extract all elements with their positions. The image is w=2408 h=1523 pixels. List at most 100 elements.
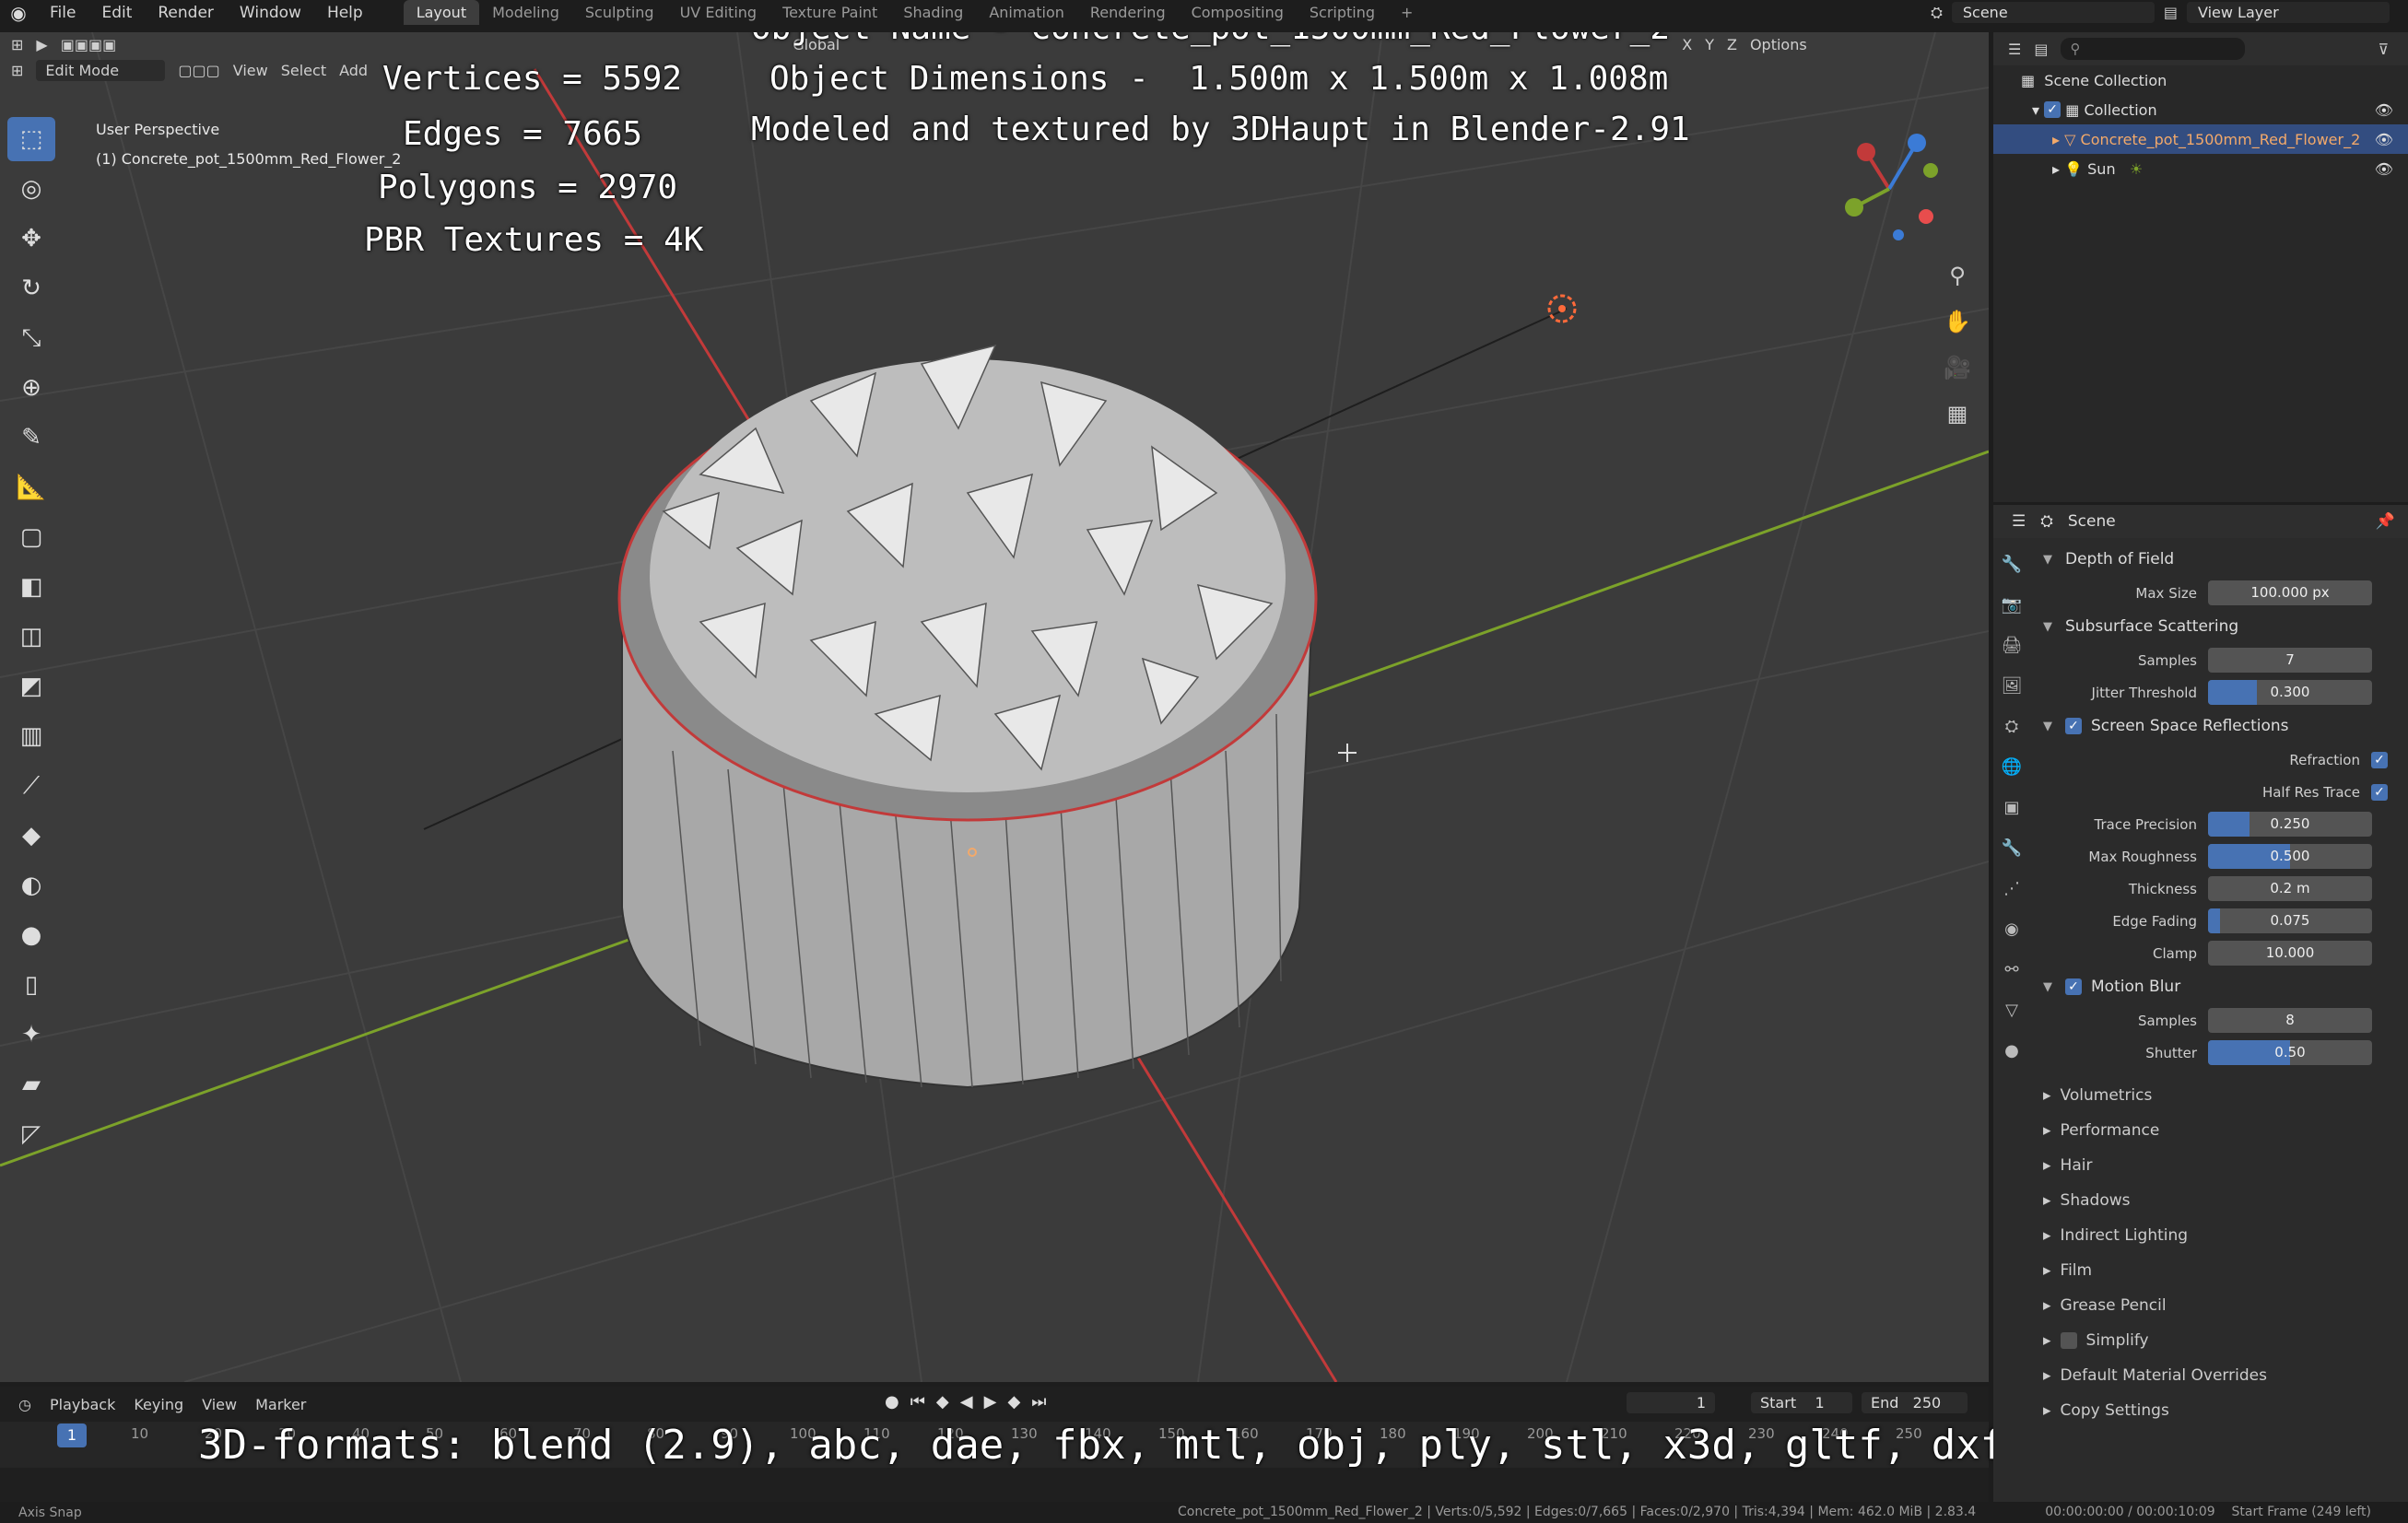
refraction-checkbox[interactable]: ✓ bbox=[2371, 751, 2388, 768]
edge-slide-icon[interactable]: ▯ bbox=[7, 963, 55, 1007]
panel-default-material-overrides[interactable]: ▸ Default Material Overrides bbox=[2038, 1358, 2399, 1393]
output-tab-icon[interactable]: 🖨 bbox=[2000, 636, 2024, 660]
tab-layout[interactable]: Layout bbox=[403, 0, 480, 25]
axis-y-toggle[interactable]: Y bbox=[1705, 36, 1714, 53]
scene-selector[interactable]: Scene bbox=[1951, 2, 2155, 23]
axis-z-toggle[interactable]: Z bbox=[1727, 36, 1737, 53]
rip-icon[interactable]: ◸ bbox=[7, 1112, 55, 1156]
display-mode-icon[interactable]: ▤ bbox=[2034, 41, 2048, 58]
filter-icon[interactable]: ⊽ bbox=[2378, 41, 2389, 58]
panel-depth-of-field[interactable]: ▼ Depth of Field bbox=[2038, 542, 2399, 577]
shear-icon[interactable]: ▰ bbox=[7, 1062, 55, 1107]
panel-volumetrics[interactable]: ▸ Volumetrics bbox=[2038, 1078, 2399, 1113]
max-roughness-slider[interactable]: 0.500 bbox=[2208, 844, 2372, 869]
panel-screen-space-reflections[interactable]: ▼ ✓ Screen Space Reflections bbox=[2038, 709, 2399, 744]
panel-indirect-lighting[interactable]: ▸ Indirect Lighting bbox=[2038, 1218, 2399, 1253]
add-cube-icon[interactable]: ▢ bbox=[7, 515, 55, 559]
menu-select[interactable]: Select bbox=[281, 62, 326, 79]
menu-edit[interactable]: Edit bbox=[88, 4, 145, 22]
3d-viewport[interactable]: ⊞ ▶ ▣▣▣▣ Global X Y Z Options ⊞ Edit Mod… bbox=[0, 32, 1989, 1382]
panel-film[interactable]: ▸ Film bbox=[2038, 1253, 2399, 1288]
editor-type-icon[interactable]: ⊞ bbox=[11, 36, 23, 53]
timeline-ruler[interactable]: 1 10 20 30 40 50 60 70 80 90 100 110 120… bbox=[0, 1422, 2004, 1469]
menu-add[interactable]: Add bbox=[339, 62, 368, 79]
cursor-tool-icon[interactable]: ◎ bbox=[7, 167, 55, 211]
options-menu[interactable]: Options bbox=[1750, 36, 1807, 53]
extrude-icon[interactable]: ◧ bbox=[7, 565, 55, 609]
particles-tab-icon[interactable]: ⋰ bbox=[2000, 879, 2024, 903]
trace-precision-slider[interactable]: 0.250 bbox=[2208, 812, 2372, 837]
annotate-tool-icon[interactable]: ✎ bbox=[7, 416, 55, 460]
panel-subsurface-scattering[interactable]: ▼ Subsurface Scattering bbox=[2038, 609, 2399, 644]
pan-hand-icon[interactable]: ✋ bbox=[1941, 309, 1974, 342]
data-tab-icon[interactable]: ▽ bbox=[2000, 1001, 2024, 1025]
tab-sculpting[interactable]: Sculpting bbox=[572, 0, 667, 25]
scene-tab-icon[interactable]: ⛭ bbox=[2000, 717, 2024, 741]
select-tool-icon[interactable]: ▶ bbox=[36, 36, 47, 53]
panel-copy-settings[interactable]: ▸ Copy Settings bbox=[2038, 1393, 2399, 1428]
poly-build-icon[interactable]: ◆ bbox=[7, 814, 55, 858]
tab-scripting[interactable]: Scripting bbox=[1297, 0, 1388, 25]
menu-help[interactable]: Help bbox=[314, 4, 376, 22]
move-tool-icon[interactable]: ✥ bbox=[7, 217, 55, 261]
sss-samples-field[interactable]: 7 bbox=[2208, 648, 2372, 673]
navigation-gizmo[interactable] bbox=[1834, 124, 1944, 244]
measure-tool-icon[interactable]: 📐 bbox=[7, 465, 55, 510]
smooth-icon[interactable]: ● bbox=[7, 913, 55, 957]
panel-motion-blur[interactable]: ▼ ✓ Motion Blur bbox=[2038, 969, 2399, 1004]
panel-grease-pencil[interactable]: ▸ Grease Pencil bbox=[2038, 1288, 2399, 1323]
outliner-collection[interactable]: ▾ ✓ ▦ Collection 👁 bbox=[1993, 95, 2408, 124]
edge-fading-slider[interactable]: 0.075 bbox=[2208, 908, 2372, 933]
panel-performance[interactable]: ▸ Performance bbox=[2038, 1113, 2399, 1148]
pin-icon[interactable]: 📌 bbox=[2376, 512, 2395, 531]
menu-marker[interactable]: Marker bbox=[255, 1396, 306, 1413]
render-tab-icon[interactable]: 📷 bbox=[2000, 595, 2024, 619]
max-size-field[interactable]: 100.000 px bbox=[2208, 580, 2372, 605]
thickness-field[interactable]: 0.2 m bbox=[2208, 876, 2372, 901]
view-layer-selector[interactable]: View Layer bbox=[2187, 2, 2390, 23]
mb-samples-field[interactable]: 8 bbox=[2208, 1008, 2372, 1033]
end-frame-field[interactable]: End 250 bbox=[1862, 1392, 1968, 1413]
knife-icon[interactable]: ⟋ bbox=[7, 764, 55, 808]
jump-end-icon[interactable]: ⏭ bbox=[1031, 1392, 1046, 1412]
timeline-editor-icon[interactable]: ◷ bbox=[18, 1396, 31, 1413]
physics-tab-icon[interactable]: ◉ bbox=[2000, 920, 2024, 943]
expand-icon[interactable]: ▾ bbox=[2032, 101, 2039, 119]
outliner-scene-collection[interactable]: ▦ Scene Collection bbox=[1993, 65, 2408, 95]
menu-playback[interactable]: Playback bbox=[50, 1396, 115, 1413]
tab-modeling[interactable]: Modeling bbox=[479, 0, 572, 25]
menu-keying[interactable]: Keying bbox=[134, 1396, 183, 1413]
record-icon[interactable]: ● bbox=[885, 1392, 899, 1412]
shrink-fatten-icon[interactable]: ✦ bbox=[7, 1013, 55, 1057]
half-res-checkbox[interactable]: ✓ bbox=[2371, 783, 2388, 801]
world-tab-icon[interactable]: 🌐 bbox=[2000, 757, 2024, 781]
panel-simplify[interactable]: ▸ Simplify bbox=[2038, 1323, 2399, 1358]
visibility-eye-icon[interactable]: 👁 bbox=[2375, 101, 2393, 119]
collection-checkbox[interactable]: ✓ bbox=[2044, 101, 2061, 118]
current-frame-field[interactable]: 1 bbox=[1627, 1392, 1715, 1413]
expand-icon[interactable]: ▸ bbox=[2052, 131, 2060, 148]
tab-rendering[interactable]: Rendering bbox=[1077, 0, 1179, 25]
visibility-eye-icon[interactable]: 👁 bbox=[2375, 131, 2393, 148]
panel-shadows[interactable]: ▸ Shadows bbox=[2038, 1183, 2399, 1218]
scale-tool-icon[interactable]: ⤡ bbox=[7, 316, 55, 360]
simplify-checkbox[interactable] bbox=[2060, 1332, 2077, 1349]
constraints-tab-icon[interactable]: ⚯ bbox=[2000, 960, 2024, 984]
select-box-icon[interactable]: ⬚ bbox=[7, 117, 55, 161]
view-layer-tab-icon[interactable]: 🖼 bbox=[2000, 676, 2024, 700]
object-tab-icon[interactable]: ▣ bbox=[2000, 798, 2024, 822]
start-frame-field[interactable]: Start 1 bbox=[1751, 1392, 1852, 1413]
outliner-editor-icon[interactable]: ☰ bbox=[2008, 41, 2021, 58]
tab-shading[interactable]: Shading bbox=[890, 0, 976, 25]
tab-uv-editing[interactable]: UV Editing bbox=[667, 0, 769, 25]
rotate-tool-icon[interactable]: ↻ bbox=[7, 266, 55, 310]
mode-selector[interactable]: Edit Mode bbox=[36, 59, 166, 81]
camera-view-icon[interactable]: 🎥 bbox=[1941, 355, 1974, 388]
menu-view[interactable]: View bbox=[233, 62, 268, 79]
outliner-search-input[interactable]: ⚲ bbox=[2061, 38, 2246, 60]
expand-icon[interactable]: ▸ bbox=[2052, 160, 2060, 178]
spin-icon[interactable]: ◐ bbox=[7, 863, 55, 908]
play-reverse-icon[interactable]: ◀ bbox=[960, 1392, 973, 1412]
play-icon[interactable]: ▶ bbox=[984, 1392, 997, 1412]
motion-blur-checkbox[interactable]: ✓ bbox=[2065, 978, 2082, 995]
